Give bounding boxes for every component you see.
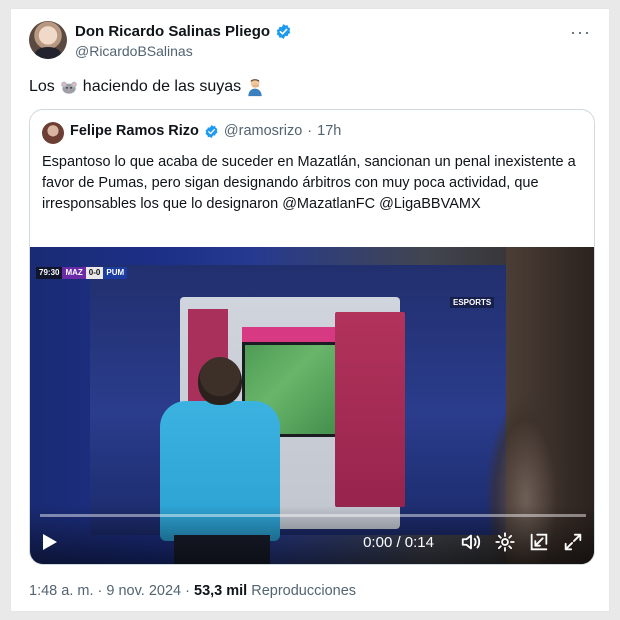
tweet-card: Don Ricardo Salinas Pliego @RicardoBSali…: [10, 8, 610, 612]
quoted-author-name[interactable]: Felipe Ramos Rizo: [70, 123, 199, 139]
author-avatar[interactable]: [29, 21, 67, 59]
video-controls: 0:00 / 0:14: [30, 527, 594, 557]
more-options-icon[interactable]: ···: [570, 23, 591, 41]
meta-separator: ·: [307, 123, 313, 139]
settings-gear-icon[interactable]: [494, 531, 516, 553]
scorebug-clock: 79:30: [36, 267, 63, 279]
author-display-name[interactable]: Don Ricardo Salinas Pliego: [75, 23, 270, 40]
play-icon[interactable]: [42, 533, 58, 551]
video-player[interactable]: 79:30 MAZ 0-0 PUM ESPORTS 0:00 / 0:14: [30, 247, 594, 564]
quoted-text: Espantoso lo que acaba de suceder en Maz…: [42, 154, 576, 212]
tweet-footer: 1:48 a. m. · 9 nov. 2024 · 53,3 mil Repr…: [29, 583, 356, 599]
quoted-author-avatar[interactable]: [42, 122, 64, 144]
video-time-display: 0:00 / 0:14: [363, 533, 434, 551]
scorebug-team2: PUM: [103, 267, 128, 279]
rat-icon: [60, 81, 77, 94]
author-handle[interactable]: @RicardoBSalinas: [75, 43, 193, 59]
quoted-tweet[interactable]: Felipe Ramos Rizo @ramosrizo · 17h Espan…: [29, 109, 595, 565]
quoted-timestamp[interactable]: 17h: [317, 123, 341, 139]
tweet-text: Los haciendo de las suyas: [29, 77, 265, 97]
post-time[interactable]: 1:48 a. m.: [29, 583, 93, 599]
fullscreen-icon[interactable]: [562, 531, 584, 553]
views-label: Reproducciones: [251, 583, 357, 599]
tweet-text-middle: haciendo de las suyas: [82, 78, 242, 95]
footer-separator: ·: [97, 583, 103, 599]
quoted-author-row: Felipe Ramos Rizo @ramosrizo · 17h: [70, 123, 341, 139]
broadcaster-logo: ESPORTS: [450, 297, 495, 308]
quoted-author-handle[interactable]: @ramosrizo: [224, 123, 302, 139]
views-count: 53,3 mil: [194, 583, 248, 599]
scorebug: 79:30 MAZ 0-0 PUM: [36, 267, 128, 279]
scorebug-team1: MAZ: [62, 267, 86, 279]
referee-head: [198, 357, 242, 405]
var-panel-right: [335, 312, 405, 507]
person-facepalm-icon: [248, 79, 262, 97]
verified-badge-icon: [276, 24, 291, 39]
scorebug-score: 0-0: [85, 267, 104, 279]
tweet-text-start: Los: [29, 78, 55, 95]
author-name-row: Don Ricardo Salinas Pliego: [75, 23, 292, 40]
verified-badge-icon: [205, 124, 218, 138]
video-progress-bar[interactable]: [40, 514, 586, 517]
footer-separator: ·: [185, 583, 190, 599]
picture-in-picture-icon[interactable]: [528, 531, 550, 553]
post-date[interactable]: 9 nov. 2024: [106, 583, 181, 599]
volume-icon[interactable]: [460, 531, 482, 553]
